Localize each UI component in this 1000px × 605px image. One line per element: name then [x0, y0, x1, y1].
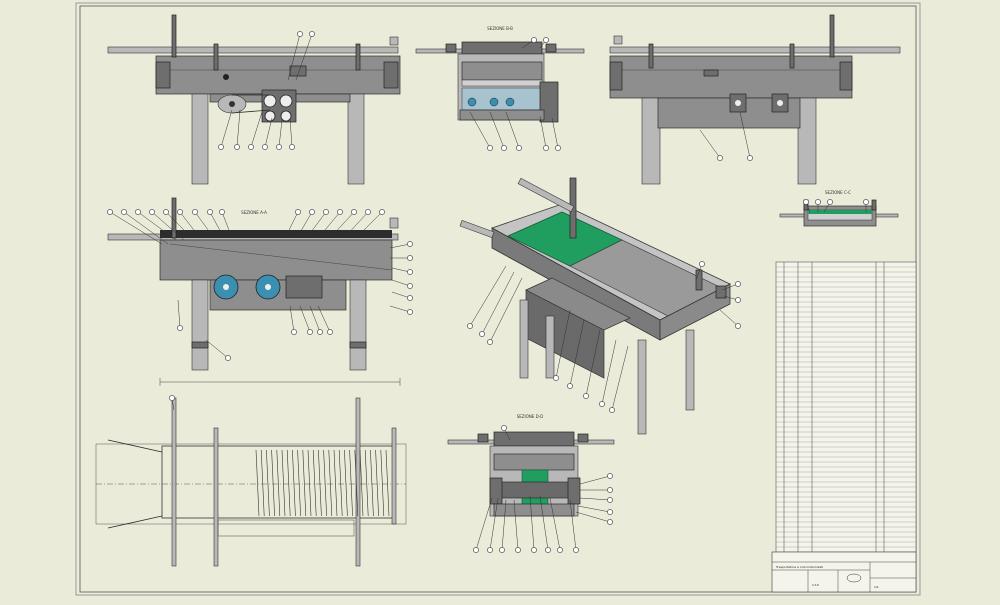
item-balloon	[307, 329, 313, 335]
item-balloon	[607, 487, 613, 493]
item-balloon	[207, 209, 213, 215]
item-balloon	[163, 209, 169, 215]
item-balloon	[543, 37, 549, 43]
item-balloon	[607, 497, 613, 503]
item-balloon	[323, 209, 329, 215]
item-balloon	[219, 209, 225, 215]
item-balloon	[827, 199, 833, 205]
drawing-title: Trasportatore a rulli motorizzati	[775, 565, 823, 569]
item-balloon	[735, 323, 741, 329]
item-balloon	[149, 209, 155, 215]
item-balloon	[501, 425, 507, 431]
title-block: Trasportatore a rulli motorizzati 1:10 1…	[771, 551, 917, 593]
item-balloon	[337, 209, 343, 215]
section-b-b-label: SEZIONE B-B	[487, 26, 513, 31]
item-balloon	[487, 145, 493, 151]
item-balloon	[295, 209, 301, 215]
item-balloon	[499, 547, 505, 553]
parts-list	[775, 261, 917, 553]
item-balloon	[555, 145, 561, 151]
item-balloon	[803, 199, 809, 205]
item-balloon	[735, 297, 741, 303]
item-balloon	[407, 241, 413, 247]
item-balloon	[309, 31, 315, 37]
item-balloon	[365, 209, 371, 215]
item-balloon	[291, 329, 297, 335]
item-balloon	[225, 355, 231, 361]
item-balloon	[607, 473, 613, 479]
item-balloon	[543, 145, 549, 151]
item-balloon	[599, 401, 605, 407]
item-balloon	[609, 407, 615, 413]
item-balloon	[379, 209, 385, 215]
item-balloon	[192, 209, 198, 215]
item-balloon	[107, 209, 113, 215]
item-balloon	[479, 331, 485, 337]
sheet-number: 1/1	[874, 585, 879, 589]
item-balloon	[735, 281, 741, 287]
item-balloon	[473, 547, 479, 553]
item-balloon	[289, 144, 295, 150]
item-balloon	[487, 547, 493, 553]
item-balloon	[297, 31, 303, 37]
item-balloon	[234, 144, 240, 150]
item-balloon	[863, 199, 869, 205]
item-balloon	[531, 37, 537, 43]
item-balloon	[407, 283, 413, 289]
item-balloon	[545, 547, 551, 553]
item-balloon	[553, 375, 559, 381]
item-balloon	[567, 383, 573, 389]
item-balloon	[218, 144, 224, 150]
item-balloon	[135, 209, 141, 215]
item-balloon	[262, 144, 268, 150]
item-balloon	[407, 255, 413, 261]
item-balloon	[531, 547, 537, 553]
item-balloon	[309, 209, 315, 215]
item-balloon	[467, 323, 473, 329]
item-balloon	[407, 295, 413, 301]
item-balloon	[501, 145, 507, 151]
item-balloon	[516, 145, 522, 151]
item-balloon	[573, 547, 579, 553]
item-balloon	[276, 144, 282, 150]
item-balloon	[177, 209, 183, 215]
cad-drawing: SEZIONE B-B SEZIONE A-A SEZIONE C-C SEZI…	[0, 0, 1000, 600]
item-balloon	[121, 209, 127, 215]
drawing-scale: 1:10	[812, 583, 819, 587]
item-balloon	[407, 269, 413, 275]
item-balloon	[607, 509, 613, 515]
section-c-c-label: SEZIONE C-C	[825, 190, 851, 195]
item-balloon	[487, 339, 493, 345]
item-balloon	[717, 155, 723, 161]
section-d-d-label: SEZIONE D-D	[517, 414, 544, 419]
item-balloon	[583, 393, 589, 399]
drawing-sheet: SEZIONE B-B SEZIONE A-A SEZIONE C-C SEZI…	[0, 0, 1000, 600]
section-a-a-label: SEZIONE A-A	[241, 210, 267, 215]
item-balloon	[815, 199, 821, 205]
item-balloon	[747, 155, 753, 161]
item-balloon	[248, 144, 254, 150]
item-balloon	[607, 519, 613, 525]
item-balloon	[699, 261, 705, 267]
item-balloon	[169, 395, 175, 401]
item-balloon	[515, 547, 521, 553]
item-balloon	[327, 329, 333, 335]
item-balloon	[317, 329, 323, 335]
item-balloon	[557, 547, 563, 553]
item-balloon	[351, 209, 357, 215]
item-balloon	[407, 309, 413, 315]
item-balloon	[177, 325, 183, 331]
